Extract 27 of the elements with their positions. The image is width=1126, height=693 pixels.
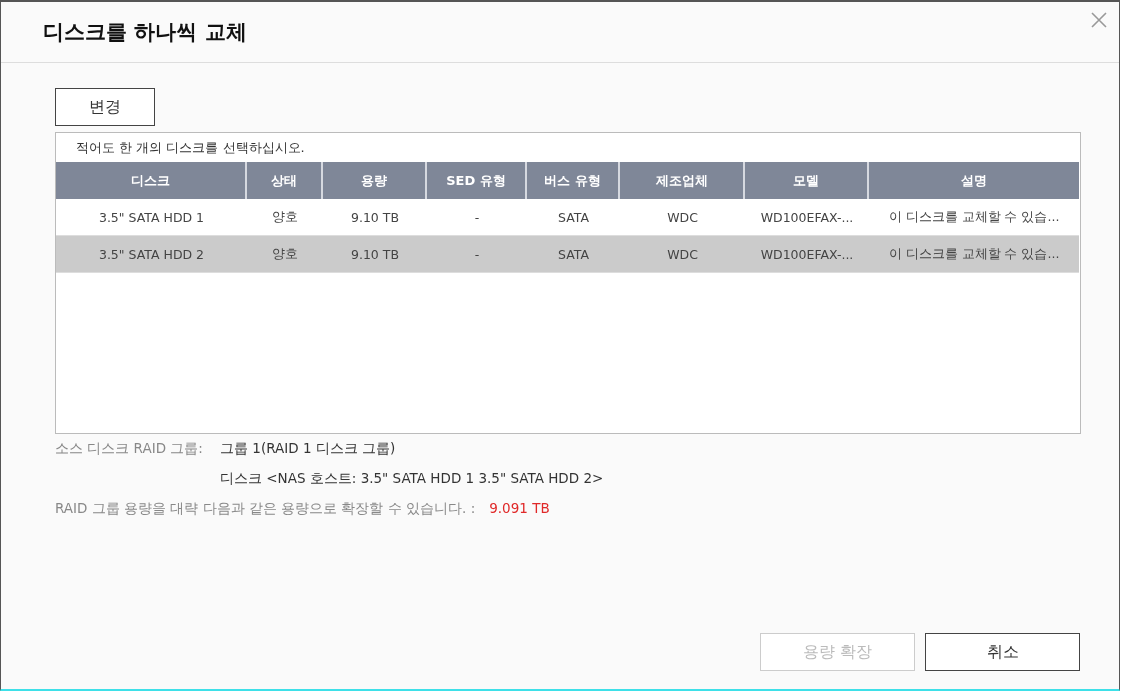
table-row[interactable]: 3.5" SATA HDD 2 양호 9.10 TB - SATA WDC WD100EFAX-... 이 디스크를 교체할 수 있습...: [56, 236, 1080, 273]
window-title: 디스크를 하나씩 교체: [43, 19, 247, 46]
source-value: 그룹 1(RAID 1 디스크 그룹): [220, 440, 397, 458]
table-cell: SATA: [527, 236, 620, 273]
table-cell: 9.10 TB: [323, 236, 427, 273]
cancel-button[interactable]: 취소: [925, 633, 1080, 671]
table-cell: WDC: [620, 236, 745, 273]
close-icon[interactable]: [1091, 12, 1107, 28]
column-header[interactable]: 버스 유형: [527, 162, 620, 199]
table-cell: 3.5" SATA HDD 2: [56, 236, 247, 273]
column-header[interactable]: 디스크: [56, 162, 247, 199]
table-hint: 적어도 한 개의 디스크를 선택하십시오.: [75, 139, 306, 157]
column-header[interactable]: 상태: [247, 162, 323, 199]
column-header[interactable]: 설명: [869, 162, 1079, 199]
source-label: 소스 디스크 RAID 그룹:: [55, 440, 204, 458]
capacity-value: 9.091 TB: [489, 500, 550, 518]
column-header[interactable]: 제조업체: [620, 162, 745, 199]
column-header[interactable]: 용량: [323, 162, 427, 199]
column-header[interactable]: 모델: [745, 162, 869, 199]
table-cell: WD100EFAX-...: [745, 236, 869, 273]
table-cell: 양호: [247, 236, 323, 273]
disks-value: 디스크 <NAS 호스트: 3.5" SATA HDD 1 3.5" SATA HDD 2>: [220, 470, 605, 488]
change-button[interactable]: 변경: [55, 88, 155, 126]
table-cell: -: [427, 236, 527, 273]
column-header[interactable]: SED 유형: [427, 162, 527, 199]
table-cell: 이 디스크를 교체할 수 있습...: [869, 236, 1079, 273]
capacity-label: RAID 그룹 용량을 대략 다음과 같은 용량으로 확장할 수 있습니다. :: [55, 500, 476, 518]
